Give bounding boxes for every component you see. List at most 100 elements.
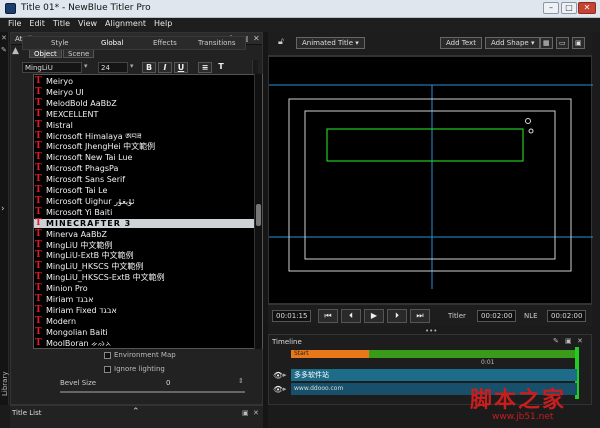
add-text-button[interactable]: Add Text xyxy=(440,37,482,49)
menu-view[interactable]: View xyxy=(70,18,97,28)
font-name: MelodBold AaBbZ xyxy=(46,98,117,108)
font-list-item[interactable]: T MoolBoran ᨀᨁᨂ xyxy=(34,338,254,348)
dock-icon[interactable]: ▣ xyxy=(565,337,572,345)
rotate-handle-icon[interactable] xyxy=(525,118,531,124)
menu-help[interactable]: Help xyxy=(146,18,172,28)
scroll-up-icon[interactable]: ▲ xyxy=(12,46,19,56)
font-list-item[interactable]: T Microsoft New Tai Lue xyxy=(34,153,254,163)
tab-effects[interactable]: Effects xyxy=(153,39,177,47)
tab-global[interactable]: Global xyxy=(101,39,123,47)
font-dropdown-list[interactable]: T Meiryo T Meiryo UI T MelodBold AaBbZ T MEXCEL… xyxy=(33,74,263,349)
start-marker[interactable]: Start xyxy=(291,350,369,358)
font-list-item[interactable]: T Mistral xyxy=(34,120,254,130)
maximize-button[interactable]: □ xyxy=(561,2,577,14)
preview-canvas[interactable] xyxy=(268,56,593,304)
font-type-icon: T xyxy=(35,141,42,152)
font-list-item[interactable]: T MingLiU_HKSCS 中文範例 xyxy=(34,262,254,272)
font-list-item[interactable]: T Meiryo UI xyxy=(34,87,254,97)
font-list-item[interactable]: T Miriam Fixed אבגד xyxy=(34,305,254,315)
font-list-item[interactable]: T MINECRAFTER 3 xyxy=(34,218,254,228)
font-list-item[interactable]: T Mongolian Baiti xyxy=(34,327,254,337)
font-list-item[interactable]: T Microsoft Tai Le xyxy=(34,186,254,196)
font-list-item[interactable]: T Microsoft JhengHei 中文範例 xyxy=(34,141,254,152)
close-icon[interactable]: ✕ xyxy=(1,34,7,42)
close-icon[interactable]: ✕ xyxy=(253,409,259,417)
current-time[interactable]: 00:01:15 xyxy=(272,310,312,322)
chevron-down-icon[interactable]: ▾ xyxy=(84,62,88,70)
fullscreen-icon[interactable]: ▣ xyxy=(572,37,585,49)
font-family-select[interactable]: MingLiU xyxy=(22,62,82,73)
safe-area-icon[interactable]: ▭ xyxy=(556,37,569,49)
animation-select[interactable]: Animated Title ▾ xyxy=(296,37,365,49)
text-object-box[interactable] xyxy=(326,128,524,162)
tab-style[interactable]: Style xyxy=(51,39,69,47)
chevron-up-icon[interactable]: ⌃ xyxy=(132,407,140,417)
add-shape-button[interactable]: Add Shape ▾ xyxy=(485,37,541,49)
scrollbar-thumb[interactable] xyxy=(256,204,261,226)
grid-view-icon[interactable]: ▦ xyxy=(540,37,553,49)
expand-library-button[interactable]: › xyxy=(1,204,5,214)
bevel-size-slider[interactable] xyxy=(60,391,245,393)
font-list-item[interactable]: T Minion Pro xyxy=(34,284,254,294)
pin-icon[interactable]: ✎ xyxy=(1,46,7,54)
font-list-item[interactable]: T MEXCELLENT xyxy=(34,109,254,119)
font-list-item[interactable]: T Microsoft Himalaya ཨབཟ xyxy=(34,131,254,141)
font-list-item[interactable]: T Miriam אבגד xyxy=(34,295,254,305)
spinner-icon[interactable]: ⇕ xyxy=(238,377,244,385)
menu-file[interactable]: File xyxy=(0,18,21,28)
align-button[interactable]: ≡ xyxy=(198,62,212,73)
font-list-item[interactable]: T MingLiU 中文範例 xyxy=(34,240,254,250)
font-list-item[interactable]: T Meiryo xyxy=(34,77,254,87)
dock-icon[interactable]: ▣ xyxy=(242,409,249,417)
library-label[interactable]: Library xyxy=(1,366,9,396)
visibility-icon[interactable]: 👁︎ xyxy=(273,385,283,394)
attribute-subtabs: Style Global Effects Transitions xyxy=(22,36,246,50)
close-icon[interactable]: ✕ xyxy=(577,337,583,345)
font-list-scrollbar[interactable] xyxy=(254,74,262,349)
bevel-size-value[interactable]: 0 xyxy=(166,379,170,387)
underline-button[interactable]: U xyxy=(174,62,188,73)
font-list-item[interactable]: T Modern xyxy=(34,316,254,326)
close-icon[interactable]: ✕ xyxy=(253,34,260,43)
menu-title[interactable]: Title xyxy=(45,18,70,28)
font-list-item[interactable]: T MingLiU_HKSCS-ExtB 中文範例 xyxy=(34,273,254,283)
bold-button[interactable]: B xyxy=(142,62,156,73)
font-list-item[interactable]: T Minerva AaBbZ xyxy=(34,229,254,239)
menu-edit[interactable]: Edit xyxy=(21,18,45,28)
go-to-start-button[interactable]: ⏮ xyxy=(318,309,338,323)
timeline-ruler[interactable] xyxy=(369,350,577,358)
play-button[interactable]: ▶ xyxy=(364,309,384,323)
close-button[interactable]: ✕ xyxy=(578,2,596,14)
visibility-icon[interactable]: 👁︎ xyxy=(273,371,283,380)
font-list-item[interactable]: T MingLiU-ExtB 中文範例 xyxy=(34,251,254,261)
font-size-select[interactable]: 24 xyxy=(98,62,128,73)
lock-icon[interactable]: ▸ xyxy=(283,385,287,393)
lock-icon[interactable]: ▸ xyxy=(283,371,287,379)
font-list-item[interactable]: T MelodBold AaBbZ xyxy=(34,97,254,108)
step-forward-button[interactable]: ⏵ xyxy=(387,309,407,323)
font-name: Miriam אבגד xyxy=(46,295,94,304)
menu-alignment[interactable]: Alignment xyxy=(97,18,146,28)
step-back-button[interactable]: ⏴ xyxy=(341,309,361,323)
font-type-icon: T xyxy=(35,97,42,108)
ignore-lighting-checkbox[interactable] xyxy=(104,366,111,373)
tab-transitions[interactable]: Transitions xyxy=(198,39,236,47)
track-text-1[interactable]: 多多软件站 xyxy=(291,369,577,381)
font-list-item[interactable]: T Microsoft Yi Baiti xyxy=(34,207,254,217)
anchor-handle-icon[interactable] xyxy=(528,128,534,134)
italic-button[interactable]: I xyxy=(158,62,172,73)
pin-icon[interactable]: ✎ xyxy=(553,337,559,345)
titler-duration[interactable]: 00:02:00 xyxy=(477,310,517,322)
lock-icon[interactable]: 🔓︎ xyxy=(278,37,284,47)
nle-duration[interactable]: 00:02:00 xyxy=(547,310,587,322)
minimize-button[interactable]: – xyxy=(543,2,559,14)
font-list-item[interactable]: T Microsoft PhagsPa xyxy=(34,164,254,174)
font-list-item[interactable]: T Microsoft Sans Serif xyxy=(34,175,254,185)
font-name: Microsoft Himalaya ཨབཟ xyxy=(46,131,142,141)
go-to-end-button[interactable]: ⏭ xyxy=(410,309,430,323)
text-options-button[interactable]: T xyxy=(214,62,228,73)
environment-map-checkbox[interactable] xyxy=(104,352,111,359)
font-list-item[interactable]: T Microsoft Uighur ئۇيغۇر xyxy=(34,195,254,206)
font-type-icon: T xyxy=(35,195,42,206)
chevron-down-icon[interactable]: ▾ xyxy=(130,62,134,70)
